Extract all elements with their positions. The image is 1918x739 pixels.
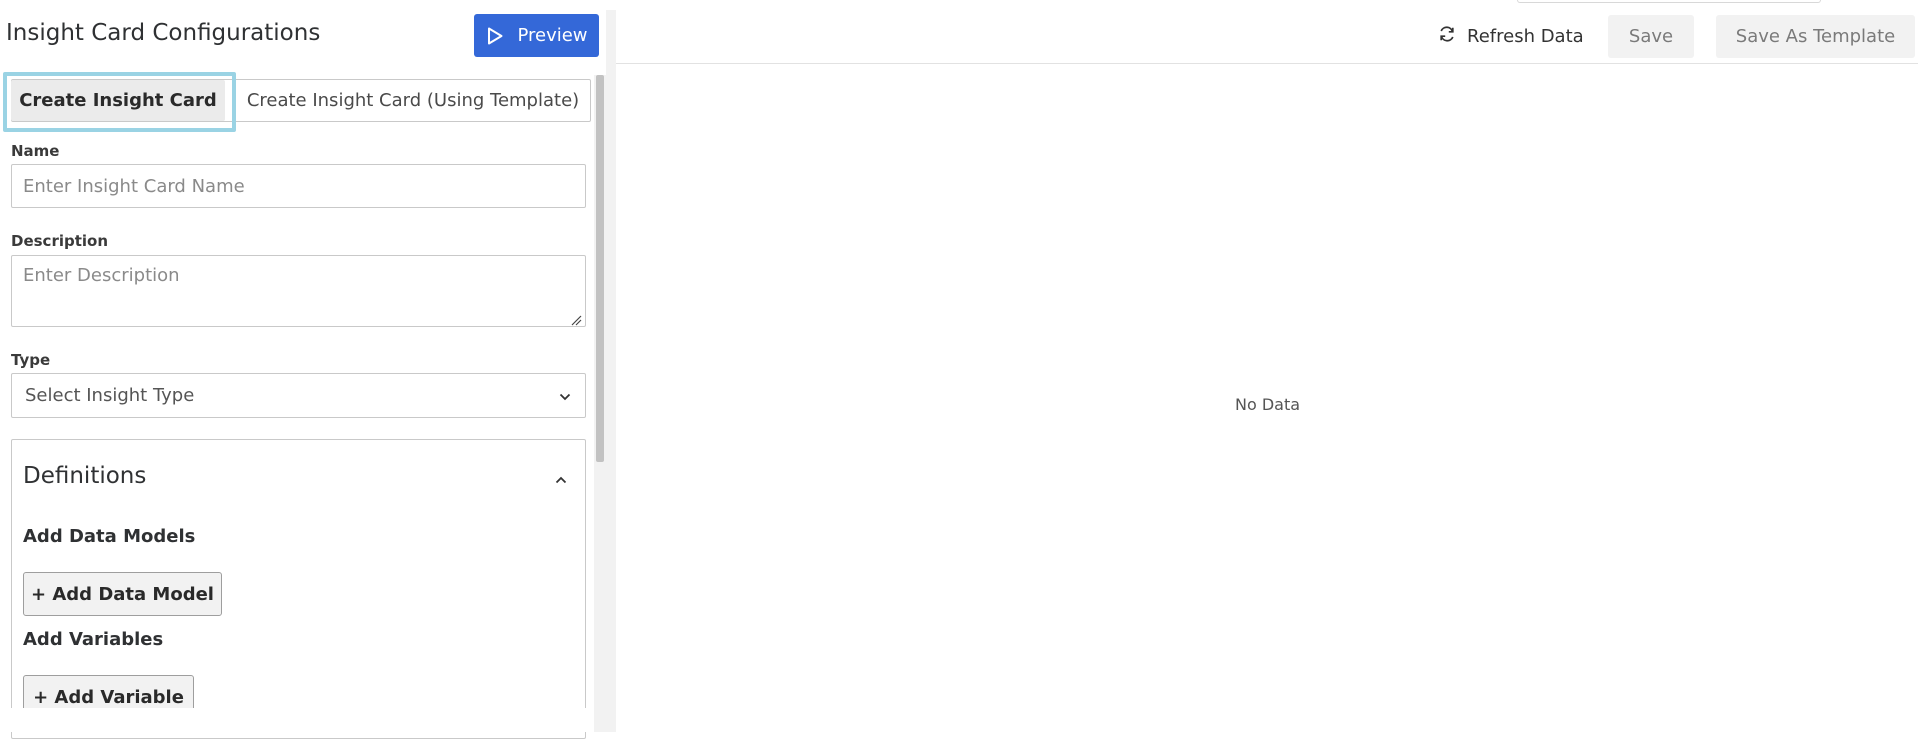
- description-input[interactable]: [11, 255, 586, 327]
- panel-title: Insight Card Configurations: [6, 20, 321, 46]
- variables-heading: Add Variables: [23, 629, 164, 650]
- preview-label: Preview: [517, 25, 588, 46]
- type-select-value: Select Insight Type: [25, 385, 195, 406]
- description-label: Description: [11, 232, 109, 250]
- resize-grip-icon[interactable]: [570, 311, 582, 326]
- tab-create-insight-card[interactable]: Create Insight Card: [11, 80, 225, 121]
- type-select[interactable]: Select Insight Type: [11, 373, 586, 418]
- chevron-down-icon: [559, 385, 571, 406]
- name-label: Name: [11, 142, 60, 160]
- panel-scrollbar-thumb[interactable]: [596, 75, 604, 462]
- name-input[interactable]: [11, 164, 586, 208]
- panel-bottom-edge: [0, 708, 594, 732]
- empty-state-text: No Data: [1235, 395, 1301, 414]
- panel-divider[interactable]: [606, 10, 616, 732]
- top-strip-tab: [1517, 0, 1821, 3]
- save-button[interactable]: Save: [1608, 15, 1694, 58]
- definitions-title: Definitions: [23, 463, 147, 489]
- refresh-icon: [1437, 24, 1457, 49]
- tab-create-from-template[interactable]: Create Insight Card (Using Template): [236, 80, 590, 121]
- play-icon: [485, 26, 505, 46]
- type-label: Type: [11, 351, 51, 369]
- preview-button[interactable]: Preview: [474, 14, 599, 57]
- add-data-model-button[interactable]: + Add Data Model: [23, 572, 222, 616]
- refresh-data-button[interactable]: Refresh Data: [1437, 20, 1584, 52]
- data-models-heading: Add Data Models: [23, 526, 196, 547]
- refresh-data-label: Refresh Data: [1467, 25, 1584, 47]
- chevron-up-icon[interactable]: [551, 470, 571, 490]
- config-panel: Insight Card Configurations Preview Crea…: [0, 0, 607, 739]
- save-as-template-button[interactable]: Save As Template: [1716, 15, 1915, 58]
